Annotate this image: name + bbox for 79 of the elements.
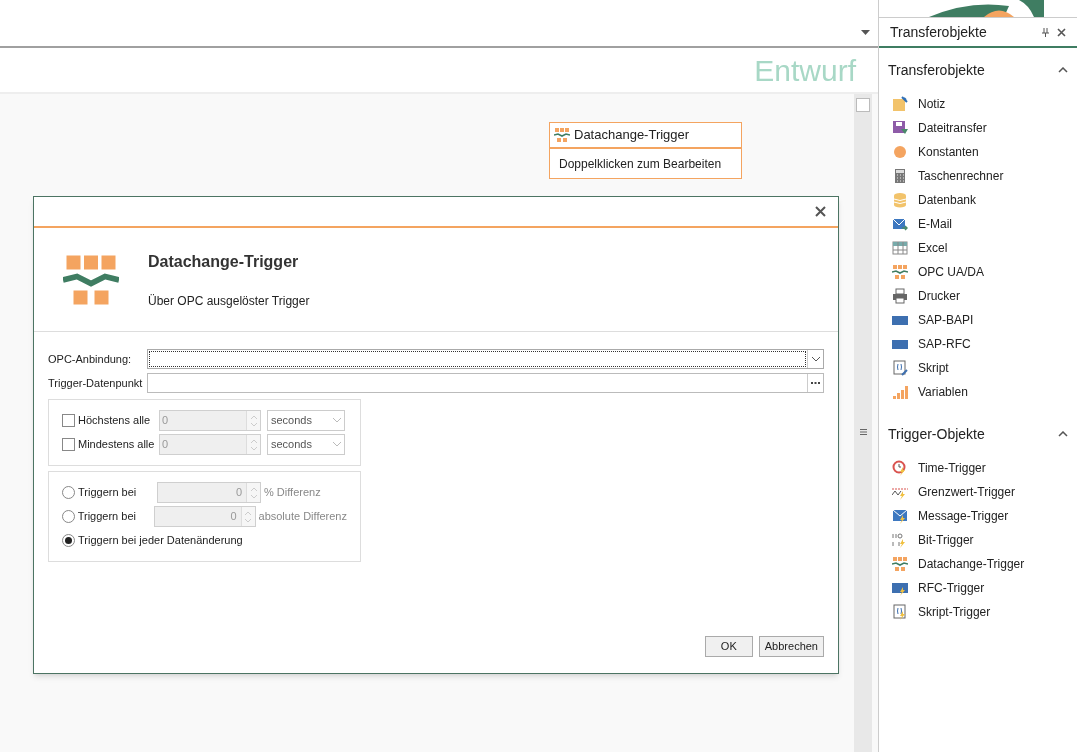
toolbox-item[interactable]: OPC UA/DA	[879, 260, 1077, 284]
toolbox-item[interactable]: E-Mail	[879, 212, 1077, 236]
browse-field[interactable]	[147, 373, 824, 393]
toolbox-item[interactable]: Bit-Trigger	[879, 528, 1077, 552]
envelope-icon	[892, 508, 908, 524]
table-icon	[892, 240, 908, 256]
field-label: OPC-Anbindung:	[48, 351, 133, 367]
dialog-button[interactable]: Abbrechen	[758, 636, 824, 657]
unit-dropdown[interactable]: seconds	[267, 410, 345, 431]
checkbox-label: Mindestens alle	[77, 437, 156, 453]
calculator-icon	[892, 168, 908, 184]
toolbox-item[interactable]: Dateitransfer	[879, 116, 1077, 140]
toolbox-item[interactable]: Excel	[879, 236, 1077, 260]
printer-icon	[892, 288, 908, 304]
checkbox[interactable]	[62, 414, 75, 427]
chevron-down-icon	[811, 356, 820, 362]
node-title: Datachange-Trigger	[574, 126, 690, 145]
radio-label: Triggern bei	[77, 485, 138, 501]
network-icon	[554, 127, 570, 143]
script-icon	[892, 360, 908, 376]
database-icon	[892, 192, 908, 208]
note-icon	[892, 96, 908, 112]
scroll-thumb[interactable]	[856, 98, 870, 112]
radio-button[interactable]	[62, 510, 75, 523]
envelope-icon	[892, 216, 908, 232]
unit-label: absolute Differenz	[257, 509, 347, 525]
floppy-icon	[892, 120, 908, 136]
status-label: Entwurf	[754, 52, 856, 89]
dialog-title: Datachange-Trigger	[148, 251, 300, 272]
toolbox-item[interactable]: Drucker	[879, 284, 1077, 308]
dropdown-field[interactable]	[147, 349, 824, 369]
radio-button[interactable]	[62, 486, 75, 499]
chevron-down-icon	[333, 418, 341, 423]
toolbox-item[interactable]: Message-Trigger	[879, 504, 1077, 528]
scrollbar[interactable]	[854, 94, 872, 752]
close-button[interactable]	[815, 206, 826, 217]
grip-icon	[859, 429, 867, 435]
binary-icon	[892, 532, 908, 548]
clock-icon	[892, 460, 908, 476]
section-header[interactable]: Transferobjekte	[879, 58, 1077, 82]
close-button[interactable]	[1057, 27, 1066, 37]
node-hint: Doppelklicken zum Bearbeiten	[559, 155, 722, 173]
toolbox-item[interactable]: SAP-BAPI	[879, 308, 1077, 332]
radio-label: Triggern bei jeder Datenänderung	[77, 533, 243, 549]
dialog-button[interactable]: OK	[704, 636, 753, 657]
toolbox-item[interactable]: Grenzwert-Trigger	[879, 480, 1077, 504]
chevron-icon	[1058, 67, 1068, 73]
radio-label: Triggern bei	[76, 509, 137, 525]
toolbox-item[interactable]: Taschenrechner	[879, 164, 1077, 188]
script-icon	[892, 604, 908, 620]
toolbox-item[interactable]: Variablen	[879, 380, 1077, 404]
network-icon	[892, 556, 908, 572]
unit-label: % Differenz	[263, 485, 321, 501]
toolbox-item[interactable]: Datachange-Trigger	[879, 552, 1077, 576]
toolbox-item[interactable]: Skript	[879, 356, 1077, 380]
section-header[interactable]: Trigger-Objekte	[879, 422, 1077, 446]
toolbox-item[interactable]: Notiz	[879, 92, 1077, 116]
toolbox-item[interactable]: RFC-Trigger	[879, 576, 1077, 600]
panel-title: Transferobjekte	[890, 22, 988, 42]
checkbox-label: Höchstens alle	[77, 413, 152, 429]
toolbox-item[interactable]: Datenbank	[879, 188, 1077, 212]
checkbox[interactable]	[62, 438, 75, 451]
dialog-subtitle: Über OPC ausgelöster Trigger	[148, 292, 310, 310]
toolbox-item[interactable]: Skript-Trigger	[879, 600, 1077, 624]
bar-chart-icon	[892, 384, 908, 400]
toolbox-item[interactable]: Time-Trigger	[879, 456, 1077, 480]
dropdown-icon[interactable]	[861, 30, 870, 35]
unit-dropdown[interactable]: seconds	[267, 434, 345, 455]
field-label: Trigger-Datenpunkt	[48, 375, 144, 391]
chevron-icon	[1058, 431, 1068, 437]
network-icon	[892, 264, 908, 280]
pin-button[interactable]	[1042, 27, 1049, 37]
trigger-node[interactable]: Datachange-Trigger Doppelklicken zum Bearbeiten	[549, 122, 742, 179]
toolbox-item[interactable]: Konstanten	[879, 140, 1077, 164]
radio-button[interactable]	[62, 534, 75, 547]
tag-icon	[892, 580, 908, 596]
toolbox-item[interactable]: SAP-RFC	[879, 332, 1077, 356]
chevron-down-icon	[333, 442, 341, 447]
circle-icon	[892, 144, 908, 160]
